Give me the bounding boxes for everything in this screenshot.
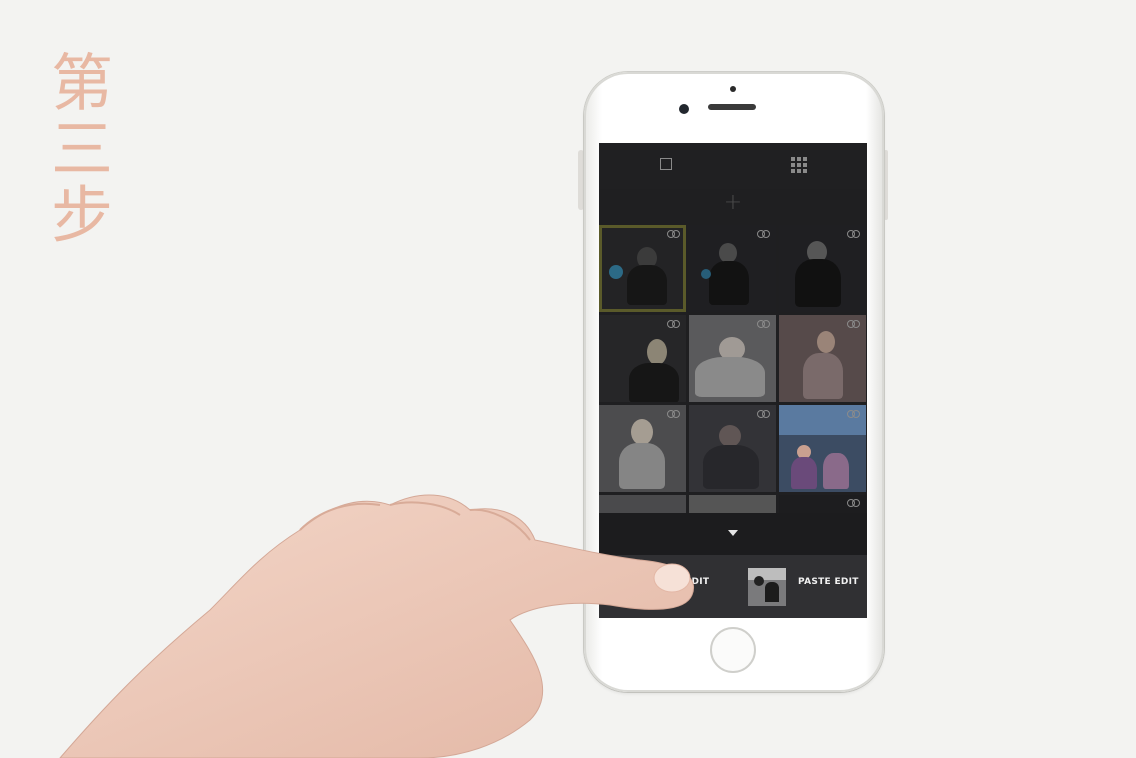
photo-tile[interactable] <box>599 495 686 513</box>
linked-rings-icon <box>847 410 861 418</box>
add-icon[interactable]: + <box>723 192 743 214</box>
photo-tile[interactable] <box>689 225 776 312</box>
photo-tile[interactable] <box>599 405 686 492</box>
photo-tile[interactable] <box>779 405 866 492</box>
linked-rings-icon <box>847 230 861 238</box>
linked-rings-icon <box>847 499 861 507</box>
photo-tile[interactable] <box>689 315 776 402</box>
paste-edit-thumbnail[interactable] <box>748 568 786 606</box>
collapse-bar[interactable] <box>599 513 867 555</box>
linked-rings-icon <box>757 410 771 418</box>
top-bar <box>599 143 867 189</box>
linked-rings-icon <box>757 320 771 328</box>
copy-edit-button[interactable]: EDIT <box>685 577 709 587</box>
phone-screen: + EDIT PASTE EDIT <box>599 143 867 618</box>
step-label: 第三步 <box>40 50 113 248</box>
linked-rings-icon <box>757 230 771 238</box>
single-view-icon[interactable] <box>660 158 672 170</box>
photo-tile[interactable] <box>689 495 776 513</box>
photo-tile[interactable] <box>779 225 866 312</box>
photo-tile[interactable] <box>779 495 866 513</box>
linked-rings-icon <box>667 320 681 328</box>
photo-tile[interactable] <box>599 225 686 312</box>
linked-rings-icon <box>667 410 681 418</box>
edit-action-bar: EDIT PASTE EDIT <box>599 555 867 618</box>
power-button <box>884 150 888 220</box>
front-camera-icon <box>679 104 689 114</box>
proximity-sensor <box>730 86 736 92</box>
photo-tile[interactable] <box>599 315 686 402</box>
caret-down-icon[interactable] <box>728 530 738 536</box>
photo-tile[interactable] <box>689 405 776 492</box>
pointing-hand <box>59 494 694 758</box>
paste-edit-button[interactable]: PASTE EDIT <box>798 577 859 587</box>
earpiece-speaker <box>708 104 756 110</box>
linked-rings-icon <box>667 230 681 238</box>
grid-view-icon[interactable] <box>791 157 807 173</box>
photo-tile[interactable] <box>779 315 866 402</box>
home-button[interactable] <box>710 627 756 673</box>
linked-rings-icon <box>847 320 861 328</box>
